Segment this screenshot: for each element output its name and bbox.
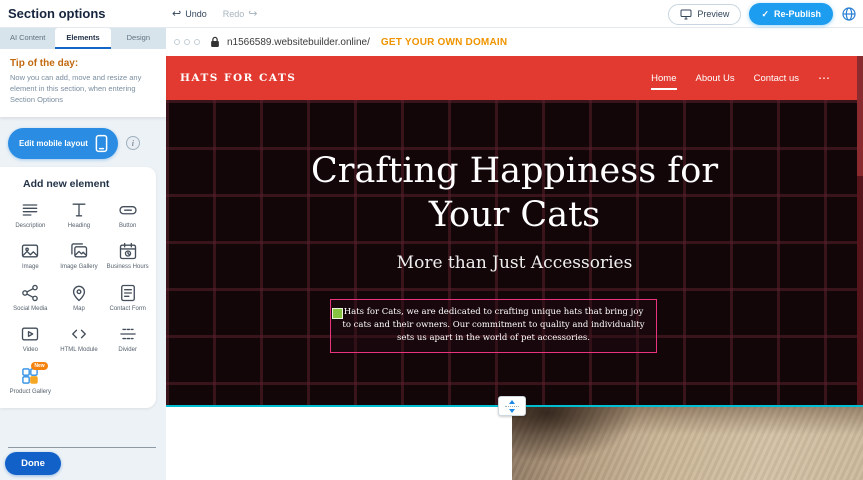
tab-ai-content[interactable]: AI Content <box>0 28 55 49</box>
monitor-icon <box>680 9 692 20</box>
browser-dot <box>194 39 200 45</box>
add-element-panel: Add new element Description Heading <box>0 167 156 409</box>
element-business-hours[interactable]: Business Hours <box>103 241 152 272</box>
undo-button[interactable]: ↩ Undo <box>172 9 207 20</box>
hero-headline-line2: Your Cats <box>166 194 863 238</box>
undo-label: Undo <box>185 9 207 19</box>
element-image[interactable]: Image <box>6 241 55 272</box>
topbar-actions: Preview ✓ Re-Publish <box>668 3 857 25</box>
hero-section[interactable]: Crafting Happiness for Your Cats More th… <box>166 100 863 406</box>
section-resize-handle[interactable] <box>498 396 526 416</box>
element-description[interactable]: Description <box>6 200 55 231</box>
image-gallery-icon <box>69 241 89 261</box>
site-photo[interactable] <box>512 407 863 480</box>
site-url: n1566589.websitebuilder.online/ <box>227 37 370 48</box>
tab-elements[interactable]: Elements <box>55 28 110 49</box>
social-media-icon <box>20 283 40 303</box>
page-title: Section options <box>8 6 106 21</box>
contact-form-icon <box>118 283 138 303</box>
globe-icon <box>841 6 857 22</box>
next-section-blank[interactable] <box>166 407 512 480</box>
browser-dot <box>184 39 190 45</box>
site-logo[interactable]: HATS FOR CATS <box>180 72 296 84</box>
hero-headline-line1: Crafting Happiness for <box>166 150 863 194</box>
sidebar-divider <box>8 447 156 448</box>
element-map[interactable]: Map <box>55 283 104 314</box>
arrow-down-icon <box>509 409 515 413</box>
check-icon: ✓ <box>761 9 769 20</box>
nav-item-about[interactable]: About Us <box>696 59 735 98</box>
more-menu-icon[interactable]: ⋯ <box>818 71 831 85</box>
sidebar-tabs: AI Content Elements Design <box>0 28 166 49</box>
app-window: Section options ↩ Undo Redo ↪ Preview ✓ <box>0 0 863 480</box>
hero-subheadline[interactable]: More than Just Accessories <box>166 253 863 273</box>
arrow-up-icon <box>509 400 515 404</box>
site-header[interactable]: HATS FOR CATS Home About Us Contact us ⋯ <box>166 56 863 100</box>
element-button[interactable]: Button <box>103 200 152 231</box>
republish-button[interactable]: ✓ Re-Publish <box>749 3 833 25</box>
mobile-layout-row: Edit mobile layout i <box>8 128 158 159</box>
browser-bar: n1566589.websitebuilder.online/ GET YOUR… <box>166 28 863 56</box>
site-nav: Home About Us Contact us ⋯ <box>651 59 831 98</box>
tip-of-the-day-card: Tip of the day: Now you can add, move an… <box>0 49 166 117</box>
sidebar: AI Content Elements Design Tip of the da… <box>0 28 166 480</box>
hero-headline[interactable]: Crafting Happiness for Your Cats <box>166 100 863 238</box>
button-icon <box>118 200 138 220</box>
browser-dots <box>174 39 200 45</box>
republish-label: Re-Publish <box>774 9 821 19</box>
topbar: Section options ↩ Undo Redo ↪ Preview ✓ <box>0 0 863 28</box>
business-hours-icon <box>118 241 138 261</box>
redo-button[interactable]: Redo ↪ <box>223 9 258 20</box>
site-preview-area: n1566589.websitebuilder.online/ GET YOUR… <box>166 28 863 480</box>
image-icon <box>20 241 40 261</box>
redo-icon: ↪ <box>248 9 257 20</box>
hero-text-box[interactable]: Hats for Cats, we are dedicated to craft… <box>330 299 657 353</box>
site-scrollbar[interactable] <box>857 56 863 406</box>
nav-item-home[interactable]: Home <box>651 59 676 98</box>
language-button[interactable] <box>841 6 857 22</box>
info-icon: i <box>132 139 134 148</box>
undo-icon: ↩ <box>172 9 181 20</box>
tip-body: Now you can add, move and resize any ele… <box>10 73 156 106</box>
history-controls: ↩ Undo Redo ↪ <box>172 0 257 28</box>
edit-mobile-layout-button[interactable]: Edit mobile layout <box>8 128 118 159</box>
drag-dots-icon <box>505 406 519 407</box>
heading-icon <box>69 200 89 220</box>
info-button[interactable]: i <box>126 136 140 150</box>
element-product-gallery[interactable]: New Product Gallery <box>6 366 55 397</box>
preview-button[interactable]: Preview <box>668 4 741 25</box>
lock-icon <box>210 36 220 48</box>
element-html-module[interactable]: HTML Module <box>55 324 104 355</box>
tab-design[interactable]: Design <box>111 28 166 49</box>
get-domain-link[interactable]: GET YOUR OWN DOMAIN <box>381 37 507 48</box>
next-section <box>166 407 863 480</box>
element-video[interactable]: Video <box>6 324 55 355</box>
element-contact-form[interactable]: Contact Form <box>103 283 152 314</box>
browser-dot <box>174 39 180 45</box>
map-icon <box>69 283 89 303</box>
phone-icon <box>95 134 108 153</box>
nav-item-contact[interactable]: Contact us <box>754 59 799 98</box>
tip-title: Tip of the day: <box>10 58 156 69</box>
redo-label: Redo <box>223 9 245 19</box>
divider-icon <box>118 324 138 344</box>
done-button[interactable]: Done <box>5 452 61 475</box>
selection-handle[interactable] <box>332 308 343 319</box>
element-heading[interactable]: Heading <box>55 200 104 231</box>
preview-label: Preview <box>697 9 729 19</box>
hero-body-text: Hats for Cats, we are dedicated to craft… <box>342 307 644 343</box>
element-grid: Description Heading Button <box>6 200 152 397</box>
html-module-icon <box>69 324 89 344</box>
description-icon <box>20 200 40 220</box>
edit-mobile-layout-label: Edit mobile layout <box>19 139 88 148</box>
element-divider[interactable]: Divider <box>103 324 152 355</box>
add-element-title: Add new element <box>23 178 152 190</box>
element-image-gallery[interactable]: Image Gallery <box>55 241 104 272</box>
video-icon <box>20 324 40 344</box>
element-social-media[interactable]: Social Media <box>6 283 55 314</box>
new-badge: New <box>31 362 47 370</box>
